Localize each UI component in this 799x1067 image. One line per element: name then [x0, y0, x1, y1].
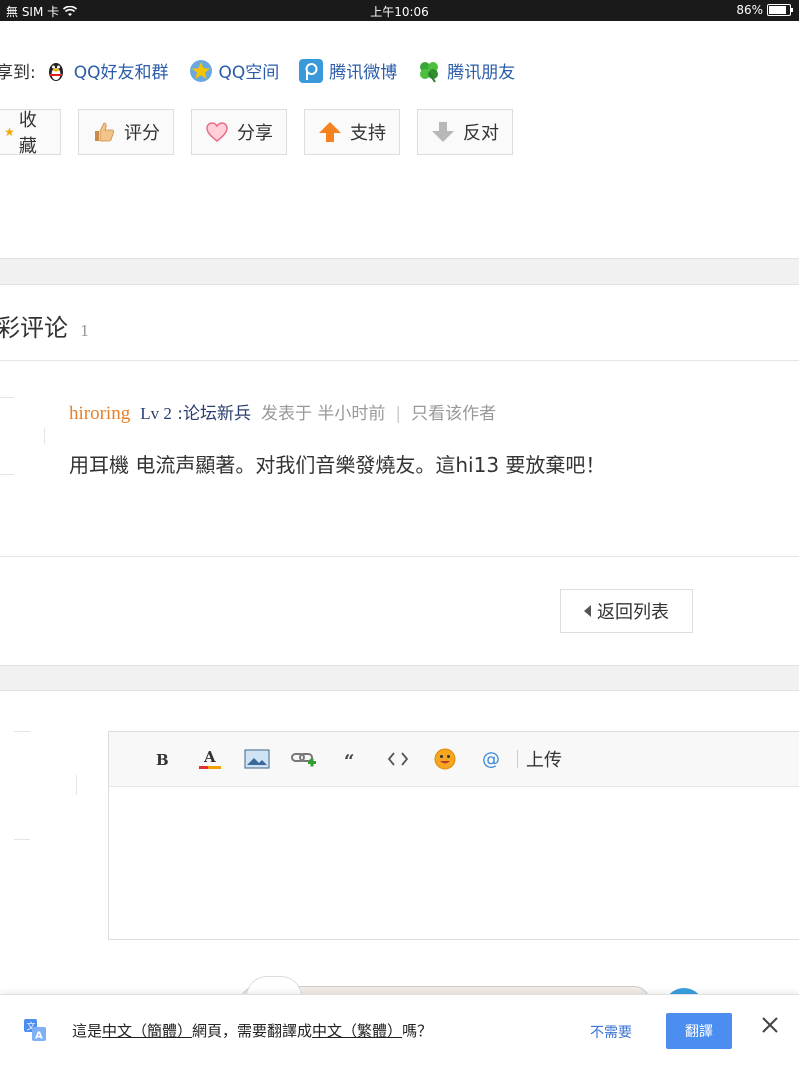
reply-avatar [14, 731, 30, 732]
action-label: 评分 [124, 123, 160, 144]
status-bar: 無 SIM 卡 上午10:06 86% [0, 0, 799, 21]
avatar-edge [44, 428, 45, 444]
action-label: 支持 [350, 123, 386, 144]
posted-time: 发表于 半小时前 [261, 404, 386, 424]
svg-text:“: “ [344, 751, 354, 767]
share-item-label: 腾讯微博 [329, 63, 398, 83]
insert-link-button[interactable] [280, 744, 327, 774]
translate-prefix: 這是 [72, 1022, 103, 1040]
user-rank: :论坛新兵 [177, 404, 251, 424]
code-button[interactable] [374, 744, 421, 774]
action-label: 反对 [463, 123, 499, 144]
thumbs-up-icon [95, 122, 115, 142]
translate-icon: 文 A [24, 1019, 46, 1041]
font-color-button[interactable]: A [186, 744, 233, 774]
translate-prompt: 這是中文（簡體）網頁，需要翻譯成中文（繁體）嗎？ [72, 1020, 432, 1041]
reply-textarea[interactable] [109, 787, 799, 939]
reply-avatar-edge [14, 839, 30, 840]
section-divider [0, 258, 799, 285]
user-level-value: Lv 2 [140, 404, 172, 423]
translate-suffix: 嗎？ [402, 1022, 433, 1040]
comment-meta: hiroring Lv 2 :论坛新兵 发表于 半小时前 | 只看该作者 [69, 399, 496, 425]
back-to-list-label: 返回列表 [597, 602, 669, 623]
share-item-label: QQ好友和群 [73, 63, 169, 83]
favorite-button[interactable]: 收藏 [0, 109, 61, 157]
quote-icon: “ [344, 751, 354, 767]
upload-button[interactable]: 上传 [526, 746, 562, 772]
mention-button[interactable]: @ [468, 744, 515, 774]
reply-avatar-edge [76, 775, 77, 795]
svg-text:A: A [35, 1031, 43, 1042]
comment-username[interactable]: hiroring [69, 403, 130, 425]
support-button[interactable]: 支持 [304, 109, 400, 155]
divider [0, 556, 799, 557]
svg-text:B: B [156, 751, 169, 767]
insert-image-button[interactable] [233, 744, 280, 774]
at-icon: @ [482, 749, 500, 770]
user-level: Lv 2 :论坛新兵 [140, 399, 251, 424]
clock: 上午10:06 [370, 5, 429, 19]
section-divider [0, 665, 799, 691]
qzone-star-icon [189, 59, 212, 82]
translate-middle: 網頁，需要翻譯成 [192, 1022, 313, 1040]
comments-title: 彩评论 [0, 314, 68, 342]
translate-button[interactable]: 翻譯 [666, 1013, 732, 1049]
comments-count: 1 [80, 322, 90, 340]
source-language[interactable]: 中文（簡體） [102, 1022, 192, 1040]
svg-text:@: @ [482, 749, 500, 770]
target-language[interactable]: 中文（繁體） [312, 1022, 402, 1040]
share-qzone[interactable]: QQ空间 [189, 58, 280, 83]
battery-icon [767, 4, 793, 16]
link-icon [290, 753, 316, 767]
share-button[interactable]: 分享 [191, 109, 287, 155]
editor-toolbar: B A “ @ 上传 [109, 732, 799, 787]
clover-icon [420, 61, 439, 83]
image-icon [243, 749, 270, 769]
caret-left-icon [584, 605, 591, 617]
share-tencent-weibo[interactable]: 腾讯微博 [299, 58, 397, 83]
translate-bar: 文 A 這是中文（簡體）網頁，需要翻譯成中文（繁體）嗎？ 不需要 翻譯 [0, 994, 799, 1067]
font-color-icon: A [198, 748, 221, 769]
rate-button[interactable]: 评分 [78, 109, 174, 155]
share-tencent-friends[interactable]: 腾讯朋友 [417, 58, 515, 83]
action-label: 分享 [237, 123, 273, 144]
no-translate-button[interactable]: 不需要 [590, 1022, 632, 1042]
code-icon [387, 752, 408, 766]
back-to-list-button[interactable]: 返回列表 [560, 589, 693, 633]
battery-percent: 86% [736, 3, 763, 17]
bold-icon: B [156, 751, 169, 767]
oppose-button[interactable]: 反对 [417, 109, 513, 155]
share-item-label: 腾讯朋友 [447, 63, 516, 83]
smiley-icon [434, 748, 455, 770]
meta-separator: | [395, 404, 402, 424]
action-buttons: 收藏 评分 分享 支持 反对 [0, 109, 513, 157]
tencent-weibo-icon [299, 58, 324, 83]
star-icon [4, 127, 15, 137]
quote-button[interactable]: “ [327, 744, 374, 774]
action-label: 收藏 [18, 110, 37, 157]
close-icon[interactable] [760, 1015, 780, 1035]
avatar-edge [0, 474, 14, 475]
author-only-link[interactable]: 只看该作者 [411, 399, 496, 424]
toolbar-separator [517, 750, 518, 768]
arrow-down-icon [432, 122, 454, 142]
share-row: 享到: QQ好友和群 QQ空间 腾讯微博 腾讯朋友 [0, 58, 535, 83]
reply-editor: B A “ @ 上传 [108, 731, 799, 940]
bold-button[interactable]: B [139, 744, 186, 774]
avatar[interactable] [0, 397, 14, 398]
heart-icon [206, 122, 228, 142]
comments-header: 彩评论 1 [0, 308, 90, 343]
share-label: 享到: [0, 63, 36, 83]
divider [0, 360, 799, 361]
share-qq-friends[interactable]: QQ好友和群 [44, 58, 169, 83]
share-item-label: QQ空间 [218, 63, 280, 83]
arrow-up-icon [319, 122, 341, 142]
emoji-button[interactable] [421, 744, 468, 774]
qq-penguin-icon [48, 62, 63, 81]
svg-text:A: A [203, 748, 216, 766]
comment-body: 用耳機 电流声顯著。对我们音樂發燒友。這hi13 要放棄吧！ [69, 453, 606, 477]
